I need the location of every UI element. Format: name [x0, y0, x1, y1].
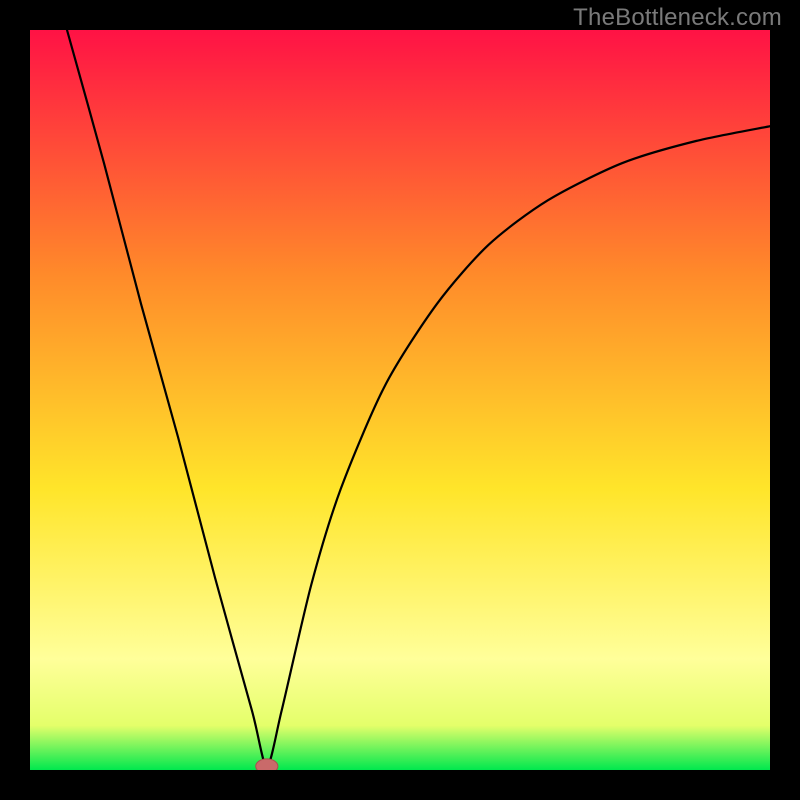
gradient-background [30, 30, 770, 770]
chart-plot-area [30, 30, 770, 770]
chart-frame: TheBottleneck.com [0, 0, 800, 800]
optimum-marker [256, 759, 278, 770]
watermark-text: TheBottleneck.com [573, 4, 782, 32]
chart-svg [30, 30, 770, 770]
